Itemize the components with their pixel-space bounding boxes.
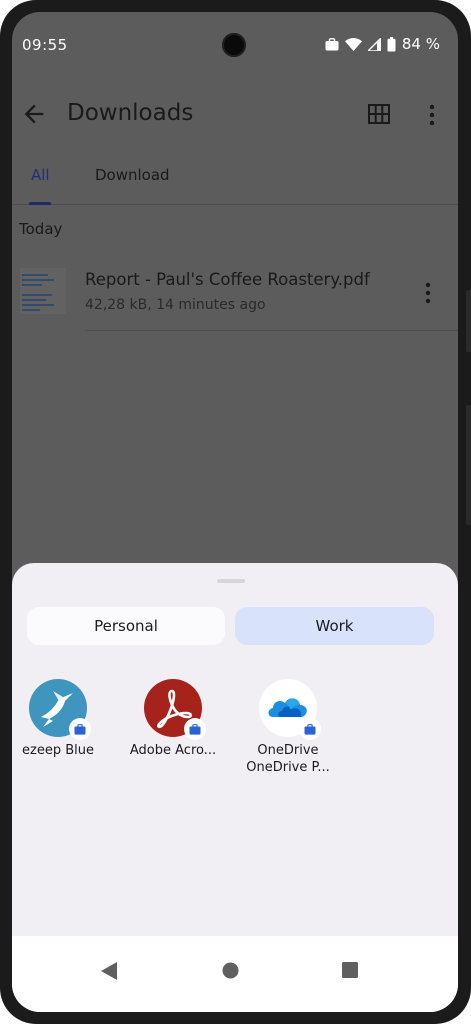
section-header-today: Today	[19, 220, 63, 238]
file-name: Report - Paul's Coffee Roastery.pdf	[85, 270, 370, 289]
tab-all[interactable]: All	[31, 166, 50, 184]
system-nav-bar	[12, 936, 458, 1012]
filter-tabs: All Download	[12, 152, 458, 205]
more-vert-icon[interactable]	[428, 104, 436, 126]
work-badge-icon	[69, 718, 91, 740]
cell-signal-icon	[367, 37, 381, 51]
back-arrow-icon[interactable]	[20, 100, 48, 128]
app-icon-wrap	[29, 679, 91, 740]
nav-back-icon[interactable]	[101, 962, 117, 980]
file-more-icon[interactable]	[424, 282, 432, 304]
front-camera	[222, 33, 246, 57]
volume-button	[466, 290, 471, 352]
nav-recents-icon[interactable]	[342, 962, 358, 978]
app-label: ezeep Blue	[22, 743, 94, 758]
screen: 09:55 84 % Downloads All Download Today …	[12, 12, 458, 1012]
page-title: Downloads	[67, 100, 194, 126]
file-meta: 42,28 kB, 14 minutes ago	[85, 297, 266, 313]
app-label: Adobe Acro...	[129, 743, 217, 758]
app-bar: Downloads	[12, 76, 458, 152]
device-frame: 09:55 84 % Downloads All Download Today …	[0, 0, 471, 1024]
status-icons: 84 %	[325, 35, 440, 53]
status-bar: 09:55 84 %	[12, 12, 458, 76]
wifi-icon	[344, 37, 362, 51]
work-profile-tab[interactable]: Work	[235, 607, 434, 645]
file-item[interactable]: Report - Paul's Coffee Roastery.pdf 42,2…	[12, 258, 458, 330]
app-icon-wrap	[144, 679, 206, 740]
divider	[85, 330, 458, 331]
work-badge-icon	[184, 718, 206, 740]
battery-percent: 84 %	[401, 35, 440, 53]
power-button	[466, 405, 471, 525]
share-target-adobe-acrobat[interactable]: Adobe Acro...	[117, 679, 229, 758]
pdf-thumbnail	[20, 268, 66, 314]
share-target-onedrive[interactable]: OneDrive OneDrive P...	[232, 679, 344, 775]
app-sublabel: OneDrive P...	[246, 760, 330, 775]
nav-home-icon[interactable]	[222, 962, 239, 979]
battery-icon	[387, 36, 396, 51]
grid-view-icon[interactable]	[368, 104, 390, 124]
app-icon-wrap	[259, 679, 321, 740]
tab-download[interactable]: Download	[95, 166, 170, 184]
drag-handle[interactable]	[217, 579, 245, 583]
tab-indicator	[29, 202, 51, 205]
work-briefcase-icon	[325, 37, 339, 50]
status-time: 09:55	[22, 36, 68, 54]
share-target-ezeep-blue[interactable]: ezeep Blue	[12, 679, 114, 758]
personal-profile-tab[interactable]: Personal	[27, 607, 225, 645]
work-badge-icon	[299, 718, 321, 740]
app-label: OneDrive	[257, 743, 319, 758]
